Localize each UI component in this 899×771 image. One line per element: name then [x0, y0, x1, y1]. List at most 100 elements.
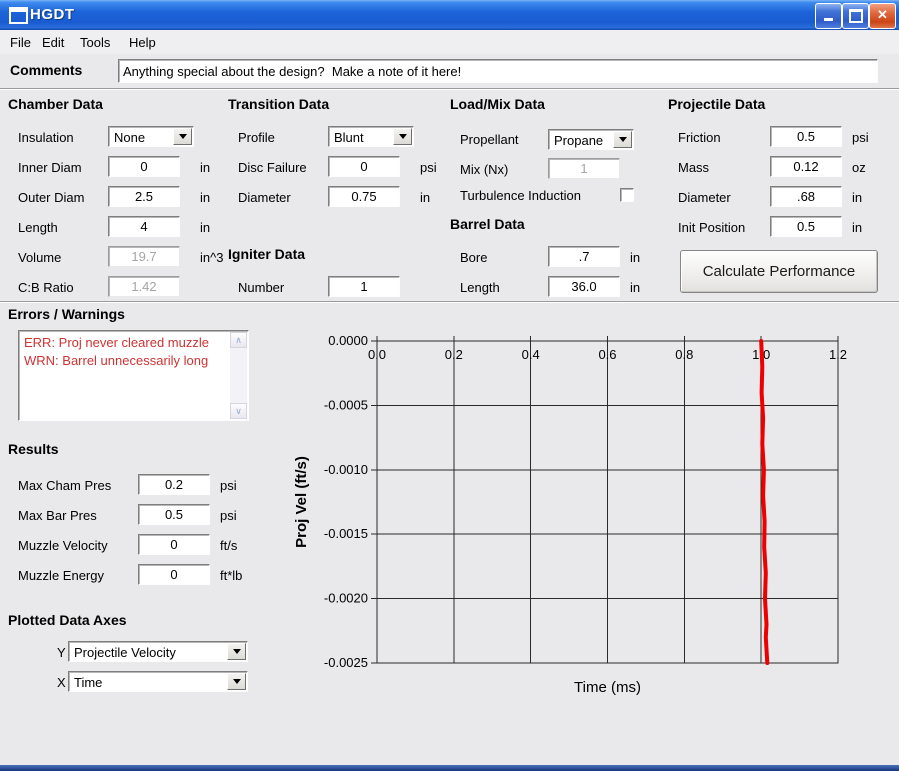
maximize-icon [849, 9, 863, 23]
muzzle-energy-label: Muzzle Energy [18, 568, 104, 583]
mass-unit: oz [852, 160, 866, 175]
inner-diam-input[interactable] [108, 156, 180, 177]
close-button[interactable]: ✕ [869, 3, 896, 29]
menu-edit[interactable]: Edit [37, 33, 69, 52]
init-position-input[interactable] [770, 216, 842, 237]
minimize-button[interactable] [815, 3, 842, 29]
svg-text:-0.0010: -0.0010 [324, 462, 368, 477]
profile-select[interactable]: Blunt [328, 126, 414, 147]
chevron-down-icon [173, 128, 192, 145]
svg-text:0.6: 0.6 [598, 347, 616, 362]
comments-label: Comments [10, 62, 82, 78]
minimize-icon [824, 18, 833, 21]
chevron-down-icon [393, 128, 412, 145]
barrel-length-label: Length [460, 280, 500, 295]
muzzle-energy-value [138, 564, 210, 585]
scroll-up-icon[interactable]: ∧ [230, 332, 247, 348]
max-cham-pres-label: Max Cham Pres [18, 478, 111, 493]
propellant-select[interactable]: Propane [548, 129, 634, 150]
disc-failure-label: Disc Failure [238, 160, 307, 175]
bore-unit: in [630, 250, 640, 265]
igniter-number-input[interactable] [328, 276, 400, 297]
errors-scrollbar[interactable]: ∧ ∨ [230, 332, 247, 419]
mix-label: Mix (Nx) [460, 162, 508, 177]
projectile-diameter-input[interactable] [770, 186, 842, 207]
mix-input [548, 158, 620, 179]
profile-label: Profile [238, 130, 275, 145]
outer-diam-input[interactable] [108, 186, 180, 207]
errors-header: Errors / Warnings [8, 306, 125, 322]
window-border-bottom [0, 765, 899, 771]
error-lines: ERR: Proj never cleared muzzle WRN: Barr… [19, 331, 248, 370]
errors-listbox[interactable]: ERR: Proj never cleared muzzle WRN: Barr… [18, 330, 249, 421]
friction-input[interactable] [770, 126, 842, 147]
max-bar-pres-value [138, 504, 210, 525]
close-icon: ✕ [877, 7, 888, 22]
scroll-down-icon[interactable]: ∨ [230, 403, 247, 419]
barrel-header: Barrel Data [450, 216, 525, 232]
igniter-header: Igniter Data [228, 246, 305, 262]
error-line: WRN: Barrel unnecessarily long [19, 352, 248, 370]
chevron-down-icon [227, 643, 246, 660]
mass-label: Mass [678, 160, 709, 175]
results-header: Results [8, 441, 59, 457]
disc-failure-input[interactable] [328, 156, 400, 177]
app-window: HGDT ✕ File Edit Tools Help Comments Cha… [0, 0, 899, 771]
svg-text:Proj Vel (ft/s): Proj Vel (ft/s) [293, 456, 310, 548]
muzzle-velocity-unit: ft/s [220, 538, 237, 553]
transition-header: Transition Data [228, 96, 329, 112]
svg-text:-0.0025: -0.0025 [324, 655, 368, 670]
friction-unit: psi [852, 130, 869, 145]
x-axis-value: Time [69, 672, 226, 691]
x-axis-select-label: X [57, 675, 66, 690]
y-axis-select-label: Y [57, 645, 66, 660]
error-line: ERR: Proj never cleared muzzle [19, 334, 248, 352]
barrel-length-input[interactable] [548, 276, 620, 297]
divider [0, 301, 899, 303]
menu-file[interactable]: File [5, 33, 36, 52]
x-axis-select[interactable]: Time [68, 671, 248, 692]
maximize-button[interactable] [842, 3, 869, 29]
profile-value: Blunt [329, 127, 392, 146]
insulation-select[interactable]: None [108, 126, 194, 147]
init-position-unit: in [852, 220, 862, 235]
divider [0, 88, 899, 90]
projectile-header: Projectile Data [668, 96, 765, 112]
volume-input [108, 246, 180, 267]
menu-help[interactable]: Help [124, 33, 161, 52]
disc-failure-unit: psi [420, 160, 437, 175]
insulation-value: None [109, 127, 172, 146]
chamber-length-unit: in [200, 220, 210, 235]
max-cham-pres-unit: psi [220, 478, 237, 493]
turbulence-checkbox[interactable] [620, 188, 634, 202]
velocity-time-chart: 0.00.20.40.60.81.01.20.0000-0.0005-0.001… [292, 305, 892, 705]
max-bar-pres-label: Max Bar Pres [18, 508, 97, 523]
comments-input[interactable] [118, 59, 878, 83]
init-position-label: Init Position [678, 220, 745, 235]
igniter-number-label: Number [238, 280, 284, 295]
calculate-performance-button[interactable]: Calculate Performance [680, 250, 878, 293]
transition-diameter-input[interactable] [328, 186, 400, 207]
inner-diam-unit: in [200, 160, 210, 175]
barrel-length-unit: in [630, 280, 640, 295]
bore-input[interactable] [548, 246, 620, 267]
title-bar[interactable]: HGDT ✕ [0, 0, 899, 30]
chamber-length-input[interactable] [108, 216, 180, 237]
svg-text:Time (ms): Time (ms) [574, 679, 641, 696]
mass-input[interactable] [770, 156, 842, 177]
max-bar-pres-unit: psi [220, 508, 237, 523]
svg-text:0.8: 0.8 [675, 347, 693, 362]
muzzle-velocity-value [138, 534, 210, 555]
loadmix-header: Load/Mix Data [450, 96, 545, 112]
volume-label: Volume [18, 250, 61, 265]
menu-tools[interactable]: Tools [75, 33, 115, 52]
propellant-value: Propane [549, 130, 612, 149]
plot-axes-header: Plotted Data Axes [8, 612, 127, 628]
y-axis-select[interactable]: Projectile Velocity [68, 641, 248, 662]
cb-ratio-input [108, 276, 180, 297]
muzzle-energy-unit: ft*lb [220, 568, 242, 583]
chamber-header: Chamber Data [8, 96, 103, 112]
bore-label: Bore [460, 250, 487, 265]
chevron-down-icon [613, 131, 632, 148]
transition-diameter-unit: in [420, 190, 430, 205]
